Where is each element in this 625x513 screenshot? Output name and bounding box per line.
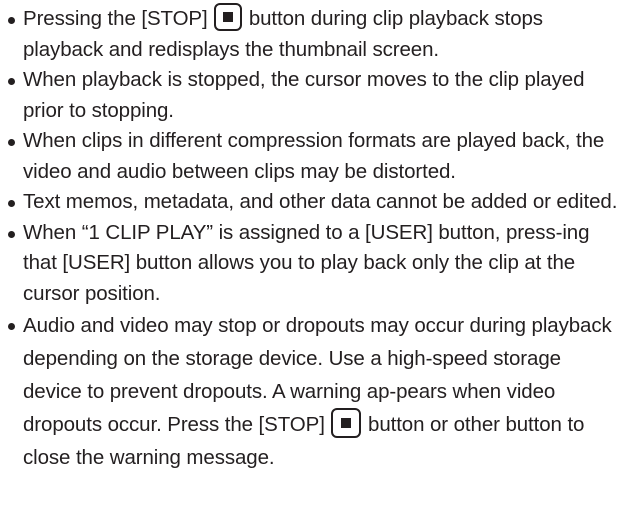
note-text-memos: Text memos, metadata, and other data can… (6, 187, 618, 218)
bullet-icon (8, 78, 15, 85)
note-cursor-position: When playback is stopped, the cursor mov… (6, 65, 618, 126)
note-text: When clips in different compression form… (23, 129, 605, 183)
bullet-icon (8, 323, 15, 330)
note-stop-button-playback: Pressing the [STOP] button during clip p… (6, 2, 618, 65)
note-dropouts: Audio and video may stop or dropouts may… (6, 309, 618, 474)
note-text: When playback is stopped, the cursor mov… (23, 68, 585, 122)
stop-button-icon (214, 2, 243, 31)
bullet-icon (8, 139, 15, 146)
notes-list: Pressing the [STOP] button during clip p… (6, 2, 618, 474)
note-1-clip-play: When “1 CLIP PLAY” is assigned to a [USE… (6, 218, 618, 310)
note-text: Pressing the [STOP] (23, 7, 208, 30)
note-text: Text memos, metadata, and other data can… (23, 190, 618, 213)
stop-button-icon (331, 407, 362, 438)
note-text: When “1 CLIP PLAY” is assigned to a [USE… (23, 220, 590, 305)
bullet-icon (8, 200, 15, 207)
bullet-icon (8, 17, 15, 24)
bullet-icon (8, 230, 15, 238)
note-compression-formats: When clips in different compression form… (6, 126, 618, 187)
